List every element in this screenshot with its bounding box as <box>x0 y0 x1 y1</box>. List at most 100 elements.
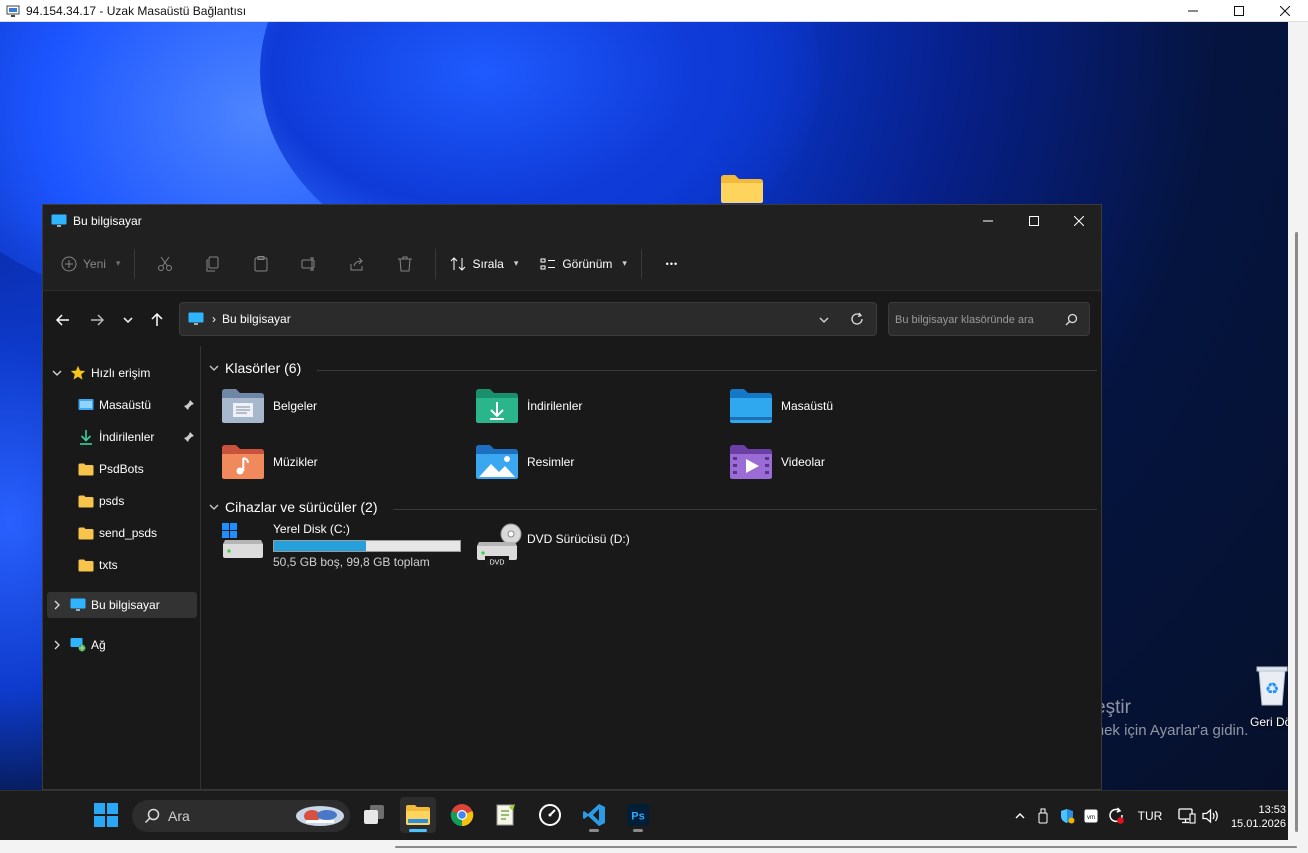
drive-d[interactable]: DVD DVD Sürücüsü (D:) <box>475 522 725 582</box>
scrollbar-thumb[interactable] <box>1295 232 1298 832</box>
folder-tile-downloads[interactable]: İndirilenler <box>475 384 725 428</box>
taskbar-chrome[interactable] <box>444 797 480 833</box>
clock-time: 13:53 <box>1258 804 1286 816</box>
sort-button[interactable]: Sırala ▾ <box>442 247 526 281</box>
tray-network-button[interactable] <box>1176 791 1198 840</box>
forward-button[interactable] <box>85 308 109 332</box>
taskbar-speed-gauge[interactable] <box>532 797 568 833</box>
arrow-left-icon <box>56 314 69 326</box>
sidebar-item-desktop[interactable]: Masaüstü <box>47 392 197 418</box>
taskbar-vscode[interactable] <box>576 797 612 833</box>
sidebar-item-txts[interactable]: txts <box>47 552 197 578</box>
pin-icon[interactable] <box>183 431 195 443</box>
task-view-icon <box>364 805 384 824</box>
tray-vm-button[interactable]: vm <box>1081 791 1101 840</box>
folder-tile-videos[interactable]: Videolar <box>729 440 979 484</box>
sidebar-item-send-psds[interactable]: send_psds <box>47 520 197 546</box>
chevron-right-icon[interactable] <box>49 640 65 650</box>
sidebar-item-this-pc[interactable]: Bu bilgisayar <box>47 592 197 618</box>
breadcrumb-this-pc[interactable]: Bu bilgisayar <box>222 312 291 326</box>
explorer-navigation-bar: › Bu bilgisayar <box>43 292 1101 346</box>
tray-sync-button[interactable] <box>1105 791 1127 840</box>
rdp-vertical-scrollbar[interactable] <box>1288 22 1308 840</box>
task-view-button[interactable] <box>356 797 392 833</box>
chevron-down-icon: ▾ <box>513 258 519 268</box>
folder-tile-documents[interactable]: Belgeler <box>221 384 471 428</box>
folder-tile-pictures[interactable]: Resimler <box>475 440 725 484</box>
usb-drive-icon <box>1038 808 1048 824</box>
start-button[interactable] <box>88 797 124 833</box>
sidebar-item-psds[interactable]: psds <box>47 488 197 514</box>
arrow-up-icon <box>151 313 163 326</box>
drive-c[interactable]: Yerel Disk (C:) 50,5 GB boş, 99,8 GB top… <box>221 522 471 582</box>
taskbar: Ara Ps vm TUR 13:53 15.01.2026 <box>0 790 1288 840</box>
taskbar-notepad-plus-plus[interactable] <box>488 797 524 833</box>
tray-language-button[interactable]: TUR <box>1134 791 1166 840</box>
more-options-button[interactable]: ••• <box>648 247 696 281</box>
tray-defender-button[interactable] <box>1057 791 1077 840</box>
speed-gauge-icon <box>539 804 561 826</box>
chevron-down-icon[interactable] <box>818 314 830 326</box>
recent-locations-button[interactable] <box>116 308 140 332</box>
drive-label: DVD Sürücüsü (D:) <box>527 532 630 546</box>
up-button[interactable] <box>145 308 169 332</box>
search-box[interactable] <box>888 302 1090 336</box>
delete-button[interactable] <box>381 247 429 281</box>
share-button[interactable] <box>333 247 381 281</box>
new-button[interactable]: Yeni ▾ <box>53 247 128 281</box>
taskbar-file-explorer[interactable] <box>400 797 436 833</box>
tray-volume-button[interactable] <box>1200 791 1222 840</box>
sidebar-item-network[interactable]: Ağ <box>47 632 197 658</box>
recycle-bin[interactable]: ♻ Geri Dönüşüm <box>1250 664 1288 729</box>
refresh-icon[interactable] <box>850 312 864 326</box>
group-divider <box>393 509 1097 510</box>
back-button[interactable] <box>51 308 75 332</box>
chevron-right-icon[interactable] <box>49 600 65 610</box>
scrollbar-thumb[interactable] <box>395 846 1297 848</box>
rdp-minimize-button[interactable] <box>1170 0 1216 22</box>
sidebar-item-quick-access[interactable]: Hızlı erişim <box>47 360 197 386</box>
view-button[interactable]: Görünüm ▾ <box>532 247 635 281</box>
pin-icon[interactable] <box>183 399 195 411</box>
arrow-right-icon <box>91 314 104 326</box>
show-hidden-icons-button[interactable] <box>1010 791 1030 840</box>
recycle-bin-icon: ♻ <box>1256 666 1288 706</box>
star-icon <box>70 365 86 380</box>
chevron-down-icon[interactable] <box>49 368 65 378</box>
explorer-minimize-button[interactable] <box>965 205 1011 237</box>
sidebar-item-label: Bu bilgisayar <box>91 598 160 612</box>
tray-usb-button[interactable] <box>1034 791 1052 840</box>
paste-button[interactable] <box>237 247 285 281</box>
cut-button[interactable] <box>141 247 189 281</box>
explorer-maximize-button[interactable] <box>1011 205 1057 237</box>
taskbar-search[interactable]: Ara <box>132 800 350 832</box>
sidebar-item-psdbots[interactable]: PsdBots <box>47 456 197 482</box>
rdp-horizontal-scrollbar[interactable] <box>0 840 1308 853</box>
remote-desktop-icon <box>6 5 20 17</box>
folders-group-header[interactable]: Klasörler (6) <box>209 360 1097 376</box>
rename-button[interactable] <box>285 247 333 281</box>
sidebar-item-downloads[interactable]: İndirilenler <box>47 424 197 450</box>
folder-icon <box>78 527 94 539</box>
taskbar-photoshop[interactable]: Ps <box>620 797 656 833</box>
desktop-folder-icon[interactable] <box>720 172 764 204</box>
copy-button[interactable] <box>189 247 237 281</box>
windows-drive-icon <box>222 523 263 558</box>
rdp-close-button[interactable] <box>1262 0 1308 22</box>
downloads-folder-icon <box>476 389 518 423</box>
address-bar[interactable]: › Bu bilgisayar <box>179 302 877 336</box>
search-input[interactable] <box>895 311 1060 329</box>
explorer-close-button[interactable] <box>1056 205 1102 237</box>
sort-icon <box>451 256 466 271</box>
folder-tile-music[interactable]: Müzikler <box>221 440 471 484</box>
close-icon <box>1280 6 1290 16</box>
chevron-down-icon: ▾ <box>622 258 627 268</box>
rdp-maximize-button[interactable] <box>1216 0 1262 22</box>
search-icon[interactable] <box>1065 313 1078 326</box>
taskbar-clock[interactable]: 13:53 15.01.2026 <box>1231 803 1286 831</box>
drive-space-info: 50,5 GB boş, 99,8 GB toplam <box>273 555 430 569</box>
drives-group-header[interactable]: Cihazlar ve sürücüler (2) <box>209 499 1097 515</box>
chevron-down-icon <box>209 504 219 510</box>
dvd-drive-icon: DVD <box>477 523 522 567</box>
folder-tile-desktop[interactable]: Masaüstü <box>729 384 979 428</box>
